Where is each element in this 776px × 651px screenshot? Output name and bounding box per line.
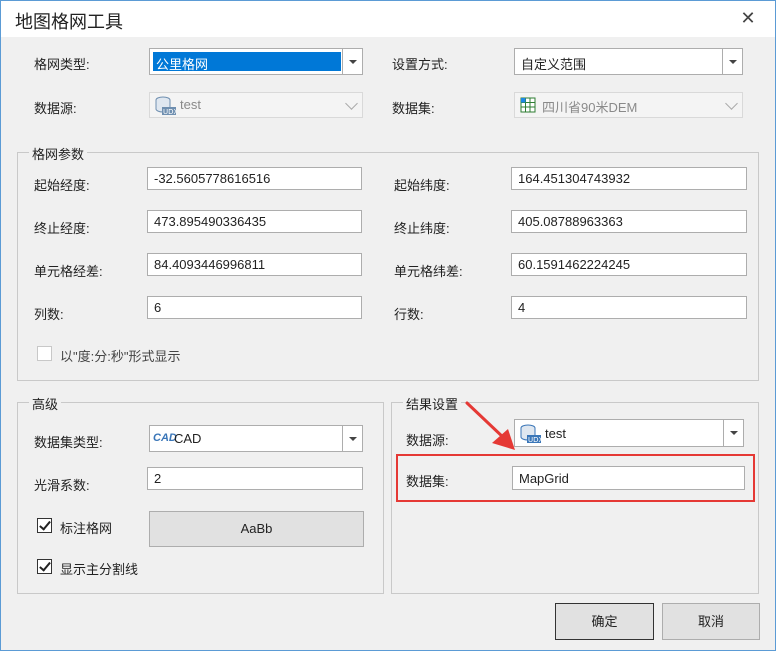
result-datasource-label: 数据源: [406,433,449,448]
cols-input[interactable]: 6 [147,296,362,319]
dataset-combo[interactable]: 四川省90米DEM [514,92,743,118]
cols-value: 6 [154,300,162,315]
dataset-type-combo[interactable]: CAD CAD [149,425,363,452]
setting-mode-combo[interactable]: 自定义范围 [514,48,743,75]
show-main-lines-checkbox[interactable] [37,559,52,574]
title-bar: 地图格网工具 ✕ [1,1,775,37]
svg-text:UDX: UDX [163,108,176,116]
cell-lon-value: 84.4093446996811 [154,257,266,272]
chevron-down-icon[interactable] [725,97,738,110]
cell-lat-input[interactable]: 60.1591462224245 [511,253,747,276]
start-lat-input[interactable]: 164.451304743932 [511,167,747,190]
start-lat-label: 起始纬度: [394,178,450,193]
close-icon[interactable]: ✕ [737,7,759,29]
smooth-input[interactable]: 2 [147,467,363,490]
end-lon-value: 473.895490336435 [154,214,267,229]
database-icon: UDX [155,96,176,116]
chevron-down-icon[interactable] [345,97,358,110]
dataset-type-value: CAD [174,431,202,446]
result-dataset-input[interactable]: MapGrid [512,466,745,490]
chevron-down-icon[interactable] [722,49,742,74]
window-title: 地图格网工具 [15,12,123,32]
result-datasource-combo[interactable]: UDX test [514,419,744,447]
label-grid-label: 标注格网 [60,521,113,536]
result-dataset-value: MapGrid [519,471,569,486]
svg-text:UDX: UDX [528,436,541,444]
end-lat-label: 终止纬度: [394,221,450,236]
chevron-down-icon[interactable] [342,49,362,74]
rows-value: 4 [518,300,526,315]
start-lon-label: 起始经度: [34,178,90,193]
cell-lat-label: 单元格纬差: [394,264,463,279]
grid-type-value: 公里格网 [156,57,209,72]
setting-mode-value: 自定义范围 [521,57,587,72]
grid-dataset-icon [520,97,536,113]
grid-type-combo[interactable]: 公里格网 [149,48,363,75]
start-lat-value: 164.451304743932 [518,171,631,186]
grid-params-legend: 格网参数 [29,144,88,163]
start-lon-value: -32.5605778616516 [154,171,271,186]
cols-label: 列数: [34,307,64,322]
rows-label: 行数: [394,307,424,322]
dialog-window: 地图格网工具 ✕ 格网类型: 公里格网 数据源: UDX test 设置方式: … [0,0,776,651]
end-lat-input[interactable]: 405.08788963363 [511,210,747,233]
end-lat-value: 405.08788963363 [518,214,623,229]
result-dataset-label: 数据集: [406,474,449,489]
start-lon-input[interactable]: -32.5605778616516 [147,167,362,190]
dms-label: 以"度:分:秒"形式显示 [60,349,181,364]
ok-button[interactable]: 确定 [555,603,654,640]
chevron-down-icon[interactable] [342,426,362,451]
show-main-lines-label: 显示主分割线 [60,562,139,577]
smooth-label: 光滑系数: [34,478,90,493]
end-lon-input[interactable]: 473.895490336435 [147,210,362,233]
grid-type-label: 格网类型: [34,57,90,72]
dataset-type-label: 数据集类型: [34,435,103,450]
result-datasource-value: test [545,426,566,441]
cancel-button[interactable]: 取消 [662,603,760,640]
smooth-value: 2 [154,471,162,486]
dms-checkbox[interactable] [37,346,52,361]
result-legend: 结果设置 [403,394,462,413]
cell-lon-input[interactable]: 84.4093446996811 [147,253,362,276]
dataset-value: 四川省90米DEM [542,100,638,115]
datasource-label: 数据源: [34,101,77,116]
rows-input[interactable]: 4 [511,296,747,319]
datasource-combo[interactable]: UDX test [149,92,363,118]
chevron-down-icon[interactable] [723,420,743,446]
end-lon-label: 终止经度: [34,221,90,236]
dataset-label: 数据集: [392,101,435,116]
style-preview-button[interactable]: AaBb [149,511,364,547]
annotation-arrow-icon [465,401,515,450]
datasource-value: test [180,97,201,112]
label-grid-checkbox[interactable] [37,518,52,533]
cell-lat-value: 60.1591462224245 [518,257,631,272]
advanced-legend: 高级 [29,394,62,413]
setting-mode-label: 设置方式: [392,57,448,72]
cell-lon-label: 单元格经差: [34,264,103,279]
